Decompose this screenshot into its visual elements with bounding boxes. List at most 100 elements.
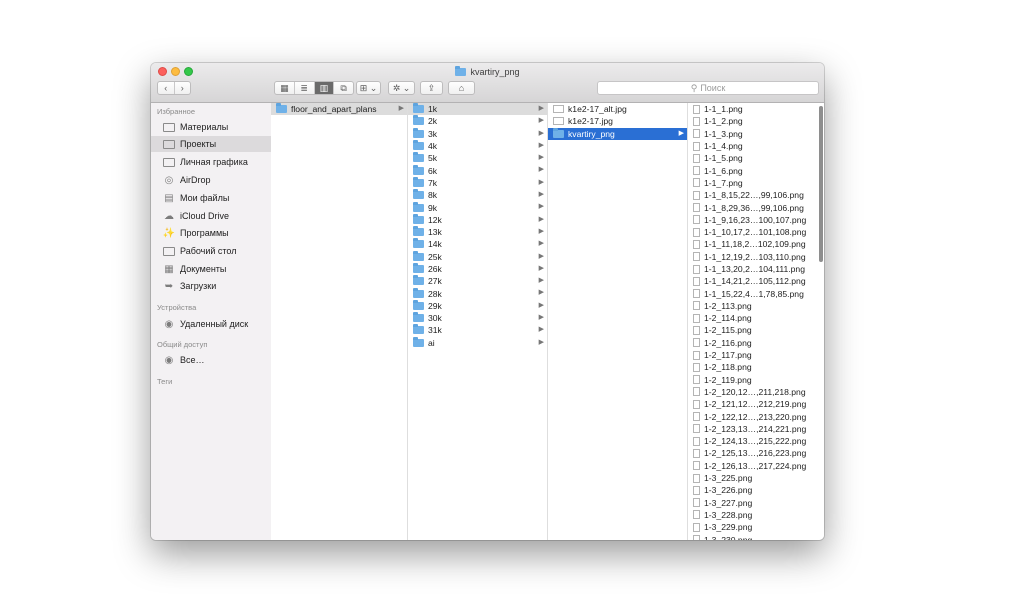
file-row[interactable]: 1-2_120,12…,211,218.png bbox=[688, 386, 824, 398]
file-name: 1-1_6.png bbox=[704, 165, 743, 176]
folder-row[interactable]: 2k ▶ bbox=[408, 115, 547, 127]
folder-row[interactable]: ai ▶ bbox=[408, 336, 547, 349]
sidebar-item-materials[interactable]: Материалы bbox=[151, 119, 271, 135]
file-row[interactable]: 1-1_9,16,23…100,107.png bbox=[688, 214, 824, 226]
folder-row[interactable]: 3k ▶ bbox=[408, 127, 547, 140]
file-row[interactable]: 1-2_117.png bbox=[688, 349, 824, 361]
sidebar-item-my-files[interactable]: ▤ Мои файлы bbox=[151, 190, 271, 206]
tag-button[interactable]: ⌂ bbox=[448, 81, 475, 95]
file-icon bbox=[693, 338, 700, 348]
file-row[interactable]: 1-2_113.png bbox=[688, 300, 824, 312]
file-row[interactable]: 1-1_11,18,2…102,109.png bbox=[688, 238, 824, 250]
file-row[interactable]: 1-3_225.png bbox=[688, 472, 824, 484]
folder-row[interactable]: 27k ▶ bbox=[408, 275, 547, 287]
file-row[interactable]: 1-2_114.png bbox=[688, 312, 824, 324]
file-row[interactable]: 1-1_1.png bbox=[688, 103, 824, 115]
sidebar-item-remote-disk[interactable]: ◉ Удаленный диск bbox=[151, 316, 271, 332]
file-row[interactable]: 1-1_3.png bbox=[688, 128, 824, 140]
file-row[interactable]: k1e2-17_alt.jpg bbox=[548, 103, 687, 115]
sidebar-item-label: Проекты bbox=[180, 139, 217, 149]
folder-row[interactable]: 14k ▶ bbox=[408, 238, 547, 250]
file-row[interactable]: 1-3_227.png bbox=[688, 497, 824, 509]
sidebar-item-label: Удаленный диск bbox=[180, 319, 249, 329]
file-row[interactable]: 1-2_126,13…,217,224.png bbox=[688, 460, 824, 472]
folder-row[interactable]: 12k ▶ bbox=[408, 213, 547, 226]
file-row[interactable]: 1-1_13,20,2…104,111.png bbox=[688, 263, 824, 275]
folder-name: 7k bbox=[428, 177, 438, 188]
file-row[interactable]: 1-1_10,17,2…101,108.png bbox=[688, 226, 824, 238]
file-row[interactable]: 1-2_125,13…,216,223.png bbox=[688, 447, 824, 459]
folder-icon bbox=[413, 299, 424, 310]
search-input[interactable]: ⚲ Поиск bbox=[597, 81, 819, 95]
folder-row[interactable]: 6k ▶ bbox=[408, 164, 547, 176]
folder-row[interactable]: 28k ▶ bbox=[408, 287, 547, 299]
folder-row[interactable]: 31k ▶ bbox=[408, 324, 547, 336]
sidebar-item-icloud-drive[interactable]: ☁ iCloud Drive bbox=[151, 208, 271, 224]
cloud-icon: ☁ bbox=[164, 210, 174, 222]
file-row[interactable]: 1-1_8,29,36…,99,106.png bbox=[688, 201, 824, 213]
sidebar-item-all-shared[interactable]: ◉ Все… bbox=[151, 352, 271, 368]
file-name: 1-2_118.png bbox=[704, 362, 752, 373]
sidebar-item-airdrop[interactable]: ◎ AirDrop bbox=[151, 172, 271, 188]
arrange-button[interactable]: ⊞ ⌄ bbox=[356, 81, 381, 95]
file-row[interactable]: 1-3_230.png bbox=[688, 533, 824, 540]
icon-view-button[interactable]: ▦ bbox=[275, 82, 295, 94]
files-icon: ▤ bbox=[164, 192, 174, 204]
folder-row[interactable]: 26k ▶ bbox=[408, 263, 547, 275]
sidebar-item-documents[interactable]: ▦ Документы bbox=[151, 261, 271, 277]
file-row[interactable]: 1-2_116.png bbox=[688, 337, 824, 349]
folder-row[interactable]: 9k ▶ bbox=[408, 201, 547, 213]
file-row[interactable]: 1-1_14,21,2…105,112.png bbox=[688, 275, 824, 287]
back-button[interactable]: ‹ bbox=[158, 82, 175, 94]
file-row[interactable]: 1-2_118.png bbox=[688, 361, 824, 373]
sidebar-item-desktop[interactable]: Рабочий стол bbox=[151, 243, 271, 259]
file-row[interactable]: 1-3_228.png bbox=[688, 509, 824, 521]
folder-row[interactable]: 5k ▶ bbox=[408, 152, 547, 164]
file-row[interactable]: 1-1_5.png bbox=[688, 152, 824, 164]
folder-row[interactable]: 29k ▶ bbox=[408, 299, 547, 312]
folder-row[interactable]: 13k ▶ bbox=[408, 226, 547, 238]
file-row[interactable]: 1-2_119.png bbox=[688, 374, 824, 386]
folder-name: 29k bbox=[428, 300, 442, 311]
folder-row[interactable]: kvartiry_png ▶ bbox=[548, 127, 687, 140]
file-row[interactable]: 1-1_7.png bbox=[688, 177, 824, 189]
folder-row[interactable]: 4k ▶ bbox=[408, 140, 547, 152]
folder-row[interactable]: 8k ▶ bbox=[408, 189, 547, 201]
file-row[interactable]: 1-2_124,13…,215,222.png bbox=[688, 435, 824, 447]
file-row[interactable]: 1-1_6.png bbox=[688, 164, 824, 176]
file-row[interactable]: 1-3_229.png bbox=[688, 521, 824, 533]
column-3: k1e2-17_alt.jpg k1e2-17.jpg kvartiry_png ▶ bbox=[548, 103, 688, 540]
file-row[interactable]: 1-2_122,12…,213,220.png bbox=[688, 410, 824, 422]
disclosure-arrow-icon: ▶ bbox=[538, 314, 544, 322]
folder-icon bbox=[276, 103, 287, 114]
file-row[interactable]: 1-2_123,13…,214,221.png bbox=[688, 423, 824, 435]
file-icon bbox=[693, 399, 700, 409]
file-row[interactable]: 1-1_2.png bbox=[688, 115, 824, 127]
sidebar-item-projects[interactable]: Проекты bbox=[151, 136, 271, 152]
file-row[interactable]: 1-1_15,22,4…1,78,85.png bbox=[688, 287, 824, 299]
folder-row[interactable]: 1k ▶ bbox=[408, 103, 547, 116]
list-view-button[interactable]: ≣ bbox=[295, 82, 315, 94]
file-row[interactable]: 1-1_4.png bbox=[688, 140, 824, 152]
folder-row[interactable]: 25k ▶ bbox=[408, 250, 547, 263]
nav-buttons: ‹ › bbox=[157, 81, 191, 95]
file-row[interactable]: 1-2_115.png bbox=[688, 324, 824, 336]
folder-row[interactable]: floor_and_apart_plans ▶ bbox=[271, 103, 407, 116]
file-row[interactable]: 1-2_121,12…,212,219.png bbox=[688, 398, 824, 410]
file-row[interactable]: k1e2-17.jpg bbox=[548, 115, 687, 127]
file-row[interactable]: 1-1_8,15,22…,99,106.png bbox=[688, 189, 824, 201]
file-row[interactable]: 1-3_226.png bbox=[688, 484, 824, 496]
forward-button[interactable]: › bbox=[175, 82, 191, 94]
sidebar-item-personal-graphics[interactable]: Личная графика bbox=[151, 154, 271, 170]
folder-row[interactable]: 7k ▶ bbox=[408, 176, 547, 189]
file-icon bbox=[693, 239, 700, 249]
file-row[interactable]: 1-1_12,19,2…103,110.png bbox=[688, 251, 824, 263]
share-button[interactable]: ⇪ bbox=[420, 81, 443, 95]
column-view-button[interactable]: ▥ bbox=[314, 82, 335, 94]
folder-row[interactable]: 30k ▶ bbox=[408, 312, 547, 324]
sidebar-item-applications[interactable]: ✨ Программы bbox=[151, 225, 271, 241]
sidebar-item-downloads[interactable]: ➥ Загрузки bbox=[151, 278, 271, 294]
cover-flow-button[interactable]: ⧉ bbox=[334, 82, 353, 94]
file-icon bbox=[693, 362, 700, 372]
action-button[interactable]: ✲ ⌄ bbox=[388, 81, 415, 95]
